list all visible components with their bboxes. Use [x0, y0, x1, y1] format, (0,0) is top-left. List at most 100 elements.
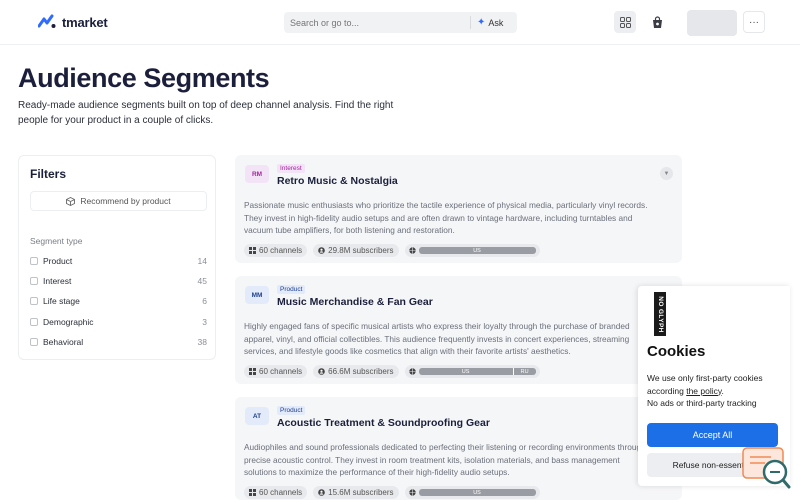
apps-button[interactable] [614, 11, 636, 33]
box-icon [66, 196, 76, 206]
geo-segment: RU [512, 368, 536, 375]
subscribers-count: 15.6M subscribers [328, 488, 394, 497]
cookie-message: We use only first-party cookies accordin… [647, 372, 787, 410]
checkbox[interactable] [30, 257, 38, 265]
filter-count: 38 [197, 337, 207, 347]
checkbox[interactable] [30, 338, 38, 346]
geo-distribution-bar: US [418, 489, 536, 496]
geo-distribution-bar: US RU [418, 368, 536, 375]
globe-icon [408, 489, 416, 496]
recommend-label: Recommend by product [80, 196, 171, 206]
grid-icon [249, 368, 256, 375]
user-icon [318, 247, 325, 254]
ask-button[interactable]: ✦ Ask [471, 17, 503, 28]
filter-label: Demographic [43, 317, 94, 327]
grid-icon [249, 489, 256, 496]
filters-panel: Filters Recommend by product Segment typ… [18, 155, 216, 360]
segment-type-tag: Product [277, 285, 306, 294]
geo-segment: US [473, 489, 481, 496]
filter-count: 45 [197, 276, 207, 286]
segment-description: Audiophiles and sound professionals dedi… [244, 442, 646, 477]
grid-icon [249, 247, 256, 254]
segment-card[interactable]: MM Product Music Merchandise & Fan Gear … [235, 276, 682, 384]
shopping-bag-icon [652, 15, 662, 28]
subscribers-count: 66.6M subscribers [328, 367, 394, 376]
more-options-button[interactable]: ··· [743, 11, 765, 33]
segment-type-tag: Product [277, 406, 306, 415]
subscribers-pill: 15.6M subscribers [313, 486, 399, 499]
channels-pill: 60 channels [244, 244, 308, 257]
channels-count: 60 channels [259, 488, 303, 497]
recommend-by-product-button[interactable]: Recommend by product [30, 191, 207, 211]
channels-count: 60 channels [259, 367, 303, 376]
filter-count: 6 [202, 296, 207, 306]
segment-badge: AT [245, 407, 269, 425]
sparkle-icon: ✦ [477, 17, 486, 28]
channels-pill: 60 channels [244, 365, 308, 378]
brand-name: tmarket [62, 14, 108, 30]
filter-option-product[interactable]: Product 14 [30, 255, 207, 267]
ellipsis-icon: ··· [749, 16, 759, 28]
brand-logo[interactable]: tmarket [38, 14, 108, 30]
segment-badge: RM [245, 165, 269, 183]
globe-icon [408, 368, 416, 375]
checkbox[interactable] [30, 318, 38, 326]
geo-segment: US [461, 368, 470, 375]
segment-card[interactable]: RM Interest Retro Music & Nostalgia ▼ Pa… [235, 155, 682, 263]
filter-option-behavioral[interactable]: Behavioral 38 [30, 336, 207, 348]
checkbox[interactable] [30, 277, 38, 285]
channels-count: 60 channels [259, 246, 303, 255]
segment-type-heading: Segment type [30, 236, 83, 246]
search-bar[interactable]: ✦ Ask [284, 12, 517, 33]
geo-segment: US [473, 247, 481, 254]
channels-pill: 60 channels [244, 486, 308, 499]
chevron-down-icon[interactable]: ▼ [660, 167, 673, 180]
checkbox[interactable] [30, 297, 38, 305]
top-bar: tmarket ✦ Ask ··· [0, 0, 800, 45]
filter-label: Life stage [43, 296, 80, 306]
segment-stats: 60 channels 29.8M subscribers US [244, 244, 540, 257]
geo-distribution-bar: US [418, 247, 536, 254]
filter-option-interest[interactable]: Interest 45 [30, 275, 207, 287]
segment-stats: 60 channels 66.6M subscribers US RU [244, 365, 540, 378]
cookie-text-after: . [721, 385, 724, 396]
segment-title[interactable]: Acoustic Treatment & Soundproofing Gear [277, 417, 490, 429]
search-input[interactable] [284, 17, 470, 28]
page-subtitle: Ready-made audience segments built on to… [18, 100, 394, 126]
segment-stats: 60 channels 15.6M subscribers US [244, 486, 540, 499]
segment-badge: MM [245, 286, 269, 304]
globe-icon [408, 247, 416, 254]
subscribers-count: 29.8M subscribers [328, 246, 394, 255]
segment-title[interactable]: Retro Music & Nostalgia [277, 175, 398, 187]
subscribers-pill: 29.8M subscribers [313, 244, 399, 257]
segment-type-tag: Interest [277, 164, 305, 173]
grid-icon [619, 16, 631, 28]
segment-description: Passionate music enthusiasts who priorit… [244, 200, 648, 235]
geo-pill: US [404, 244, 540, 257]
no-glyph-logo-text: NO GLYPH [656, 295, 664, 333]
ask-label: Ask [488, 17, 504, 28]
no-glyph-logo: NO GLYPH [654, 292, 666, 336]
segment-card[interactable]: AT Product Acoustic Treatment & Soundpro… [235, 397, 682, 500]
filter-label: Product [43, 256, 73, 266]
user-icon [318, 489, 325, 496]
filter-count: 14 [197, 256, 207, 266]
chat-support-icon[interactable] [741, 446, 791, 490]
filter-count: 3 [202, 317, 207, 327]
cookie-text-line2: No ads or third-party tracking [647, 398, 757, 408]
filters-title: Filters [30, 167, 67, 181]
accept-all-button[interactable]: Accept All [647, 423, 778, 447]
page-title: Audience Segments [18, 63, 270, 93]
geo-pill: US [404, 486, 540, 499]
segment-description: Highly engaged fans of specific musical … [244, 321, 630, 356]
profile-button[interactable] [687, 10, 737, 36]
filter-label: Behavioral [43, 337, 84, 347]
cookie-title: Cookies [647, 343, 706, 360]
cart-button[interactable] [646, 11, 668, 33]
filter-option-life-stage[interactable]: Life stage 6 [30, 295, 207, 307]
policy-link[interactable]: the policy [686, 386, 721, 396]
filter-label: Interest [43, 276, 72, 286]
segment-title[interactable]: Music Merchandise & Fan Gear [277, 296, 433, 308]
tmarket-logo-icon [38, 14, 56, 28]
filter-option-demographic[interactable]: Demographic 3 [30, 316, 207, 328]
